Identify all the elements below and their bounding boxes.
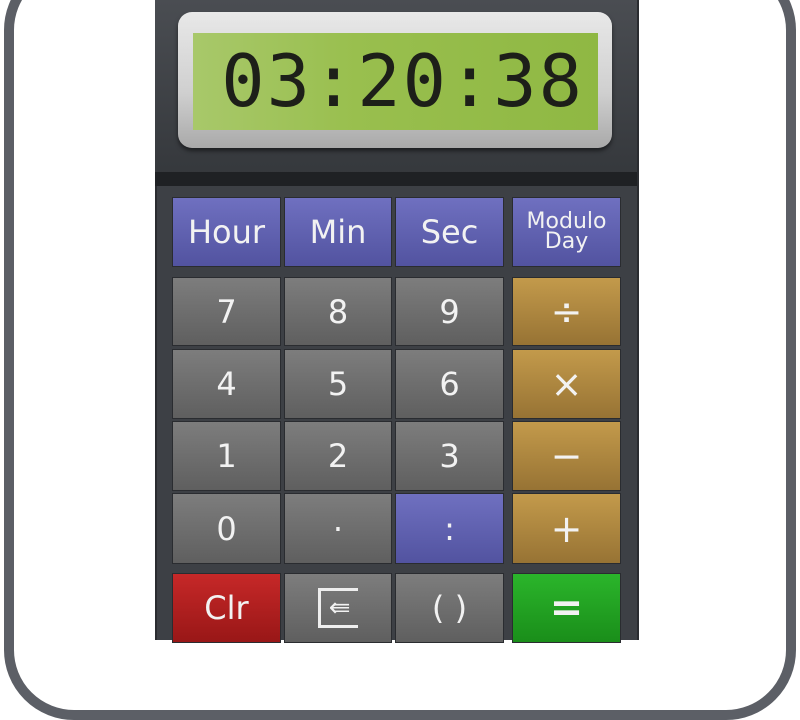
hour-button[interactable]: Hour (172, 197, 281, 267)
divider (155, 172, 637, 186)
display-value: 03:20:38 (221, 39, 584, 123)
digit-1-button[interactable]: 1 (172, 421, 281, 491)
parentheses-button[interactable]: ( ) (395, 573, 504, 643)
clear-button[interactable]: Clr (172, 573, 281, 643)
colon-button[interactable]: : (395, 493, 504, 564)
digit-5-button[interactable]: 5 (284, 349, 392, 419)
decimal-point-button[interactable]: · (284, 493, 392, 564)
digit-0-button[interactable]: 0 (172, 493, 281, 564)
minus-button[interactable]: − (512, 421, 621, 491)
digit-6-button[interactable]: 6 (395, 349, 504, 419)
backspace-icon: ⇚ (317, 588, 359, 628)
digit-3-button[interactable]: 3 (395, 421, 504, 491)
lcd-display: 03:20:38 (193, 33, 598, 130)
plus-button[interactable]: + (512, 493, 621, 564)
digit-8-button[interactable]: 8 (284, 277, 392, 346)
day-label: Day (544, 229, 589, 254)
digit-9-button[interactable]: 9 (395, 277, 504, 346)
multiply-button[interactable]: × (512, 349, 621, 419)
modulo-day-button[interactable]: Modulo Day (512, 197, 621, 267)
digit-7-button[interactable]: 7 (172, 277, 281, 346)
divide-button[interactable]: ÷ (512, 277, 621, 346)
digit-2-button[interactable]: 2 (284, 421, 392, 491)
sec-button[interactable]: Sec (395, 197, 504, 267)
backspace-button[interactable]: ⇚ (284, 573, 392, 643)
equals-button[interactable]: = (512, 573, 621, 643)
min-button[interactable]: Min (284, 197, 392, 267)
digit-4-button[interactable]: 4 (172, 349, 281, 419)
